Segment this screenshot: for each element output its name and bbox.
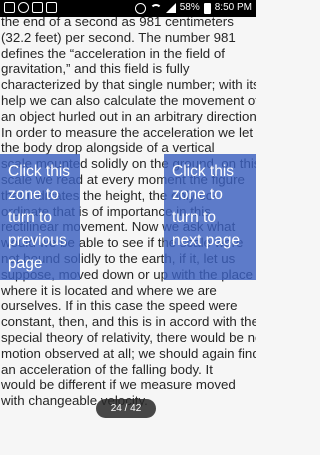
text-line: motion observed at all; we should again …: [1, 345, 256, 361]
signal-icon: [165, 3, 176, 13]
text-line: characterized by that single number; wit…: [1, 77, 256, 93]
download-icon: [46, 2, 57, 13]
sync-icon: [18, 2, 29, 13]
text-line: ourselves. If in this case the speed wer…: [1, 298, 238, 314]
previous-page-zone-label: Click this zone to turn to previous page: [8, 163, 71, 272]
text-line: an acceleration of the falling body. It: [1, 361, 213, 377]
next-page-zone[interactable]: Click this zone to turn to next page: [164, 154, 256, 280]
alarm-icon: [134, 2, 146, 14]
text-line: constant, then, and this is in accord wi…: [1, 314, 256, 330]
app-icon: [32, 2, 43, 13]
notification-icon: [4, 2, 15, 13]
text-line: gravitation,” and this field is fully: [1, 61, 190, 77]
battery-percent: 58%: [179, 2, 200, 13]
text-line: In order to measure the acceleration we …: [1, 124, 254, 140]
previous-page-zone[interactable]: Click this zone to turn to previous page: [0, 154, 80, 280]
next-page-zone-label: Click this zone to turn to next page: [172, 163, 241, 249]
battery-icon: [203, 2, 211, 14]
wifi-icon: [149, 3, 162, 13]
text-line: the end of a second as 981 centimeters: [1, 17, 234, 29]
text-line: special theory of relativity, there woul…: [1, 329, 256, 345]
text-line: where it is located and where we are: [1, 282, 217, 298]
clock: 8:50 PM: [214, 2, 252, 13]
text-line: defines the “acceleration in the field o…: [1, 45, 225, 61]
text-line: would be different if we measure moved: [1, 377, 236, 393]
page-indicator: 24 / 42: [96, 399, 156, 418]
reader-page: the end of a second as 981 centimeters (3…: [0, 17, 256, 455]
status-bar: 58% 8:50 PM: [0, 0, 256, 17]
text-line: an object hurled out in an arbitrary dir…: [1, 108, 256, 124]
text-line: (32.2 feet) per second. The number 981: [1, 29, 236, 45]
text-line: help we can also calculate the movement …: [1, 92, 256, 108]
